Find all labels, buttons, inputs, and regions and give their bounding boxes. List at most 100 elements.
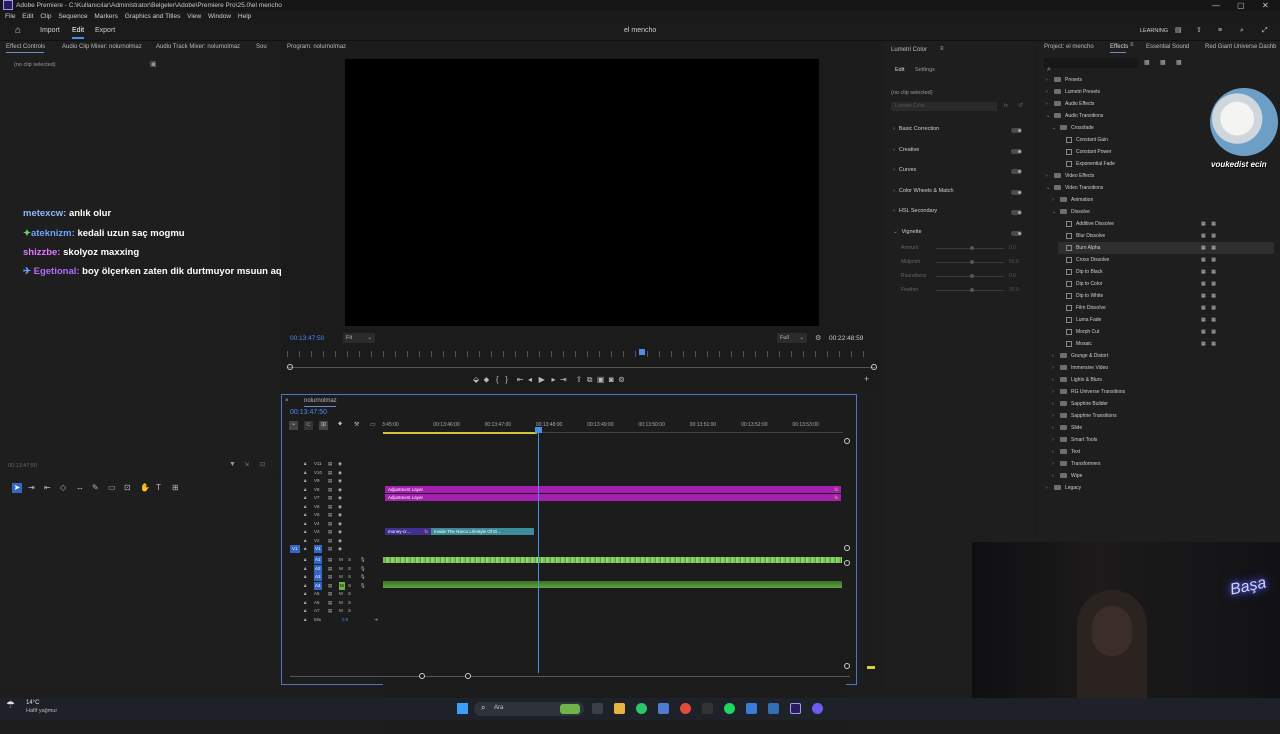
steam-icon[interactable] [768,703,779,714]
lock-icon[interactable]: 🔒︎ [304,486,306,494]
mic-icon[interactable]: 🎙︎ [360,573,366,581]
effects-tree-item[interactable]: Blur Dissolve [1058,230,1105,242]
audio-track-header[interactable]: 🔒︎ A1 ▤ M S 🎙︎ [290,556,380,564]
adjustment-layer-clip[interactable]: Adjustment Layer fx [385,494,841,501]
lock-icon[interactable]: 🔒︎ [304,503,306,511]
tab-red-giant[interactable]: Red Giant Universe Dashb [1205,41,1276,53]
audio-clip-a1[interactable] [383,557,842,563]
chevron-right-icon[interactable]: › [1052,434,1060,446]
track-label[interactable]: A1 [314,556,322,564]
sync-lock-icon[interactable]: ▤ [328,545,332,553]
eye-icon[interactable]: ◉ [338,486,342,494]
eye-icon[interactable]: ◉ [338,537,342,545]
track-label[interactable]: A2 [314,564,322,573]
effects-tree-item[interactable]: › Grunge & Distort [1052,350,1108,362]
add-marker-icon[interactable]: ⬙ [473,375,479,384]
quality-select[interactable]: Full ⌄ [777,333,807,343]
effects-tree-item[interactable]: Luma Fade [1058,314,1101,326]
sync-lock-icon[interactable]: ▤ [328,477,332,485]
video-track-header[interactable]: 🔒︎ V8 ▤ ◉ [290,486,380,494]
menu-icon[interactable]: ≡ [1130,42,1134,48]
menu-sequence[interactable]: Sequence [58,13,87,20]
effects-tree-item[interactable]: Dip to Color [1058,278,1102,290]
effects-tree-item[interactable]: Additive Dissolve [1058,218,1114,230]
playhead-timecode[interactable]: 00:13:47:50 [290,335,324,342]
sync-lock-icon[interactable]: ▤ [328,469,332,477]
vscroll-handle[interactable] [844,663,850,669]
monitor-playhead[interactable] [639,349,645,355]
mute-button[interactable]: M [339,607,343,615]
audio-track-header[interactable]: 🔒︎ A6 ▤ M S [290,599,380,607]
sync-lock-icon[interactable]: ▤ [328,565,332,573]
effects-tree-item[interactable]: › Lumetri Presets [1046,86,1100,98]
lock-icon[interactable]: 🔒︎ [304,582,306,590]
track-label[interactable]: V9 [314,477,320,485]
lock-icon[interactable]: 🔒︎ [304,599,306,607]
track-label[interactable]: V6 [314,503,320,511]
vignette-value[interactable]: 50.0 [1009,287,1019,293]
tab-settings[interactable]: Settings [915,67,935,73]
effects-tree-item[interactable]: › Lights & Blurs [1052,374,1102,386]
type-tool-icon[interactable]: T [156,483,161,492]
eye-icon[interactable]: ◉ [338,503,342,511]
eye-icon[interactable]: ◉ [338,520,342,528]
search-icon[interactable]: ⌕ [1240,22,1244,40]
menu-window[interactable]: Window [208,13,231,20]
slip-tool-icon[interactable]: ▭ [108,483,116,492]
section-toggle[interactable] [1011,190,1022,195]
effects-tree-item[interactable]: › RG Universe Transitions [1052,386,1125,398]
lock-icon[interactable]: 🔒︎ [304,460,306,468]
fullscreen-icon[interactable]: ⤢ [1262,22,1268,40]
sync-lock-icon[interactable]: ▤ [328,573,332,581]
chevron-down-icon[interactable]: ⌄ [1046,182,1054,194]
lock-icon[interactable]: 🔒︎ [304,469,306,477]
file-explorer-icon[interactable] [614,703,625,714]
effects-tree-item[interactable]: Constant Power [1058,146,1112,158]
windows-start-icon[interactable] [457,703,468,714]
sync-lock-icon[interactable]: ▤ [328,520,332,528]
solo-button[interactable]: S [348,590,351,598]
solo-button[interactable]: S [348,599,351,607]
chevron-down-icon[interactable]: ⌄ [1052,122,1060,134]
section-toggle[interactable] [1011,128,1022,133]
track-area[interactable] [383,484,846,734]
filter-icon[interactable]: ▼ [229,461,236,468]
track-label[interactable]: V10 [314,469,322,477]
video-preview[interactable] [345,59,819,326]
step-back-icon[interactable]: ◂ [528,375,532,384]
track-label[interactable]: V5 [314,511,320,519]
lock-icon[interactable]: 🔒︎ [304,477,306,485]
mark-out-icon[interactable]: } [505,375,508,384]
track-label[interactable]: A5 [314,590,320,598]
app-icon[interactable] [702,703,713,714]
video-clip[interactable]: money-cr... fx [385,528,431,535]
mute-button[interactable]: M [339,590,343,598]
section-toggle[interactable] [1011,231,1022,236]
wrench-icon[interactable]: ⚒ [354,421,359,428]
sync-lock-icon[interactable]: ▤ [328,528,332,536]
video-track-header[interactable]: 🔒︎ V3 ▤ ◉ [290,528,380,536]
export-frame-icon[interactable]: ⇲ [244,461,249,468]
solo-button[interactable]: S [348,556,351,564]
sync-lock-icon[interactable]: ▤ [328,590,332,598]
lock-icon[interactable]: 🔒︎ [304,573,306,581]
audio-track-header[interactable]: 🔒︎ A5 ▤ M S [290,590,380,598]
export-frame-icon[interactable]: ▣ [597,375,605,384]
app-icon[interactable] [746,703,757,714]
sync-lock-icon[interactable]: ▤ [328,486,332,494]
hand-tool-icon[interactable]: ✋ [140,483,150,492]
zoom-select[interactable]: Fit ⌄ [343,333,375,343]
menu-view[interactable]: View [187,13,201,20]
eye-icon[interactable]: ◉ [338,511,342,519]
sync-lock-icon[interactable]: ▤ [328,503,332,511]
chevron-right-icon[interactable]: › [1052,446,1060,458]
menu-markers[interactable]: Markers [94,13,117,20]
maximize-icon[interactable]: ▢ [1237,0,1245,11]
chevron-down-icon[interactable]: ⌄ [1046,110,1054,122]
sync-lock-icon[interactable]: ▤ [328,460,332,468]
track-select-back-icon[interactable]: ⇤ [44,483,51,492]
workspace-label[interactable]: LEARNING [1140,22,1168,40]
effects-tree-item[interactable]: Mosaic [1058,338,1092,350]
marker-icon[interactable]: ⬥ [484,375,490,384]
playhead-line[interactable] [538,428,539,673]
